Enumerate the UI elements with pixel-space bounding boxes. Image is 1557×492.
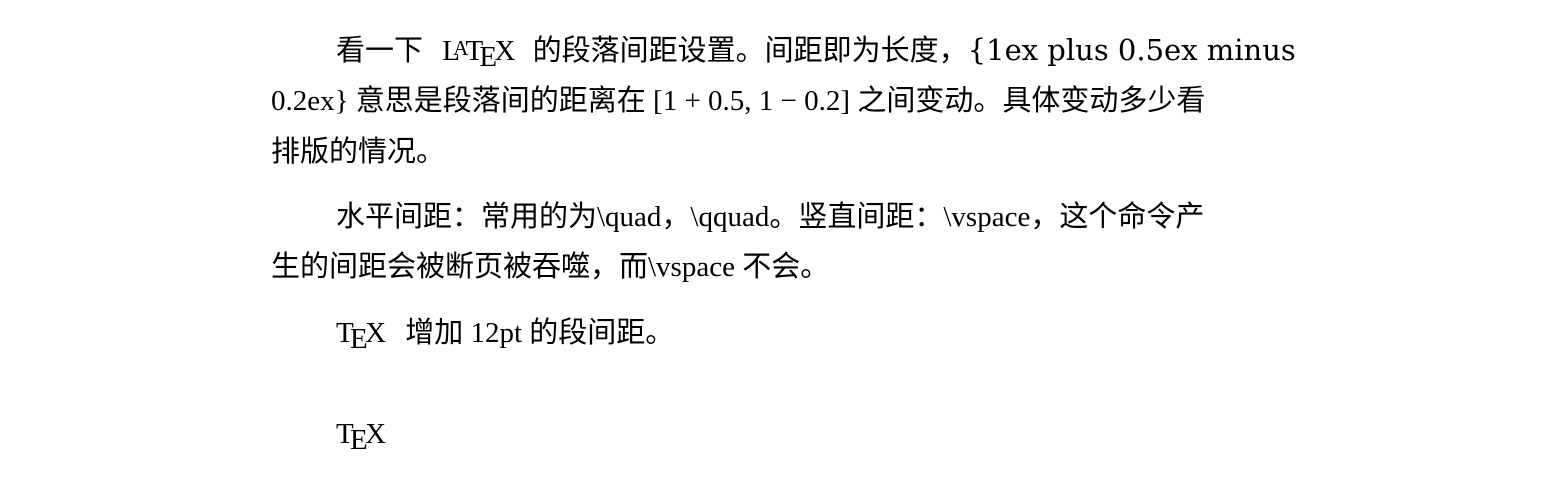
paragraph-3-line: TEX 增加 12pt 的段间距。 xyxy=(271,315,1331,356)
paragraph-1-text-rest: 的段落间距设置。间距即为长度，{1ex plus 0.5ex minus xyxy=(532,33,1296,67)
latex-logo: LATEX xyxy=(442,35,516,74)
paragraph-1-line-1: 看一下 LATEX 的段落间距设置。间距即为长度，{1ex plus 0.5ex… xyxy=(271,33,1331,74)
document-page: 看一下 LATEX 的段落间距设置。间距即为长度，{1ex plus 0.5ex… xyxy=(271,0,1331,492)
tex-logo: TEX xyxy=(336,317,387,356)
paragraph-3-text: 增加 12pt 的段间距。 xyxy=(405,317,675,349)
paragraph-2-line-1: 水平间距：常用的为\quad，\qquad。竖直间距：\vspace，这个命令产 xyxy=(336,201,1205,233)
paragraph-4-line: TEX xyxy=(271,416,1331,457)
paragraph-1-line-3: 排版的情况。 xyxy=(271,134,446,168)
paragraph-1-line-2: 0.2ex} 意思是段落间的距离在 [1 + 0.5, 1 − 0.2] 之间变… xyxy=(271,85,1206,117)
paragraph-2-line-2: 生的间距会被断页被吞噬，而\vspace 不会。 xyxy=(271,251,830,283)
paragraph-1-text-start: 看一下 xyxy=(336,33,424,67)
tex-logo-standalone: TEX xyxy=(336,418,387,457)
